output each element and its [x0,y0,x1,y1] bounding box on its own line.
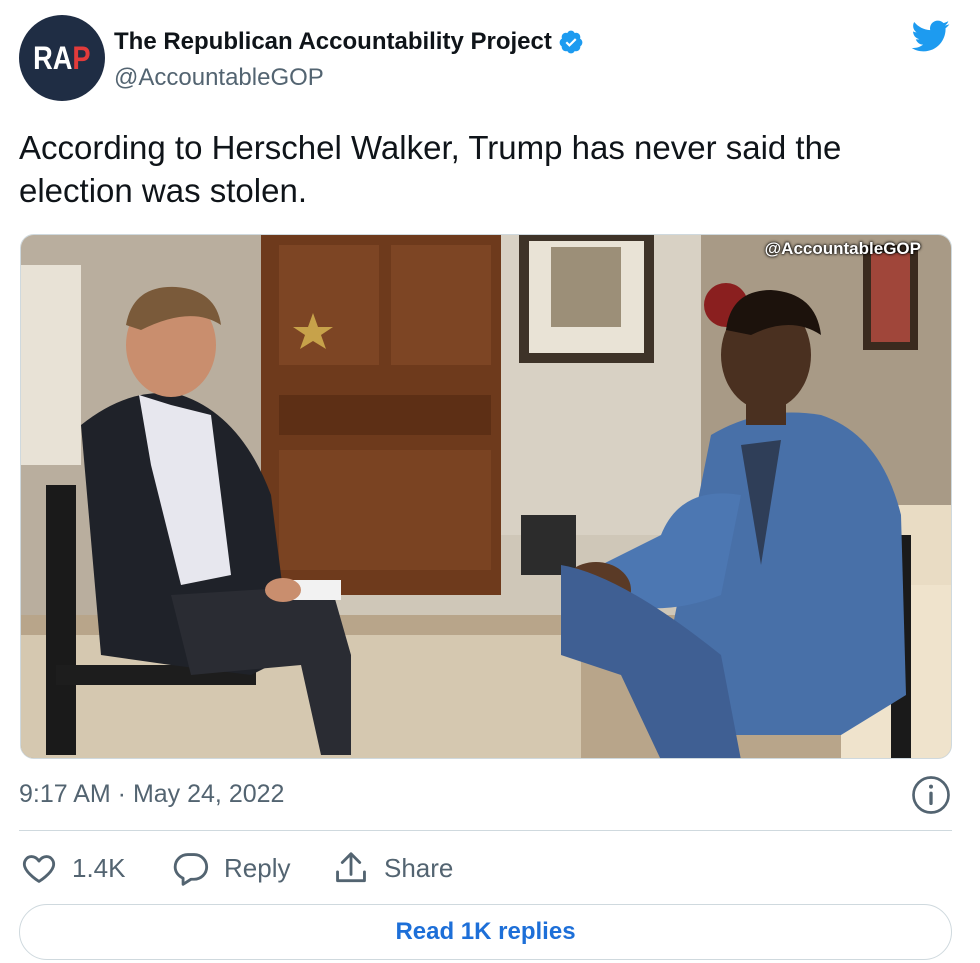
reply-button[interactable]: Reply [172,848,290,888]
share-icon [336,852,366,883]
like-count: 1.4K [72,852,126,883]
like-button[interactable]: 1.4K [20,848,126,888]
reply-label: Reply [224,852,291,883]
read-replies-button[interactable]: Read 1K replies [19,904,952,960]
author-handle[interactable]: @AccountableGOP [114,64,324,92]
tweet-video[interactable]: @AccountableGOP [20,234,952,759]
author-display-name[interactable]: The Republican Accountability Project [114,28,552,56]
speech-bubble-icon [173,853,209,886]
avatar-logo-text: RAP [33,39,91,76]
verified-badge-icon [559,30,583,54]
share-label: Share [384,852,454,883]
tweet-timestamp[interactable]: 9:17 AM · May 24, 2022 [19,780,284,809]
twitter-bird-icon[interactable] [908,16,952,56]
info-icon[interactable] [911,775,951,815]
author-name-row: The Republican Accountability Project [114,28,584,56]
avatar[interactable]: RAP [19,15,105,101]
media-watermark: @AccountableGOP [764,239,921,258]
share-button[interactable]: Share [332,848,453,888]
heart-icon [22,855,56,883]
divider [19,830,952,831]
video-frame [21,235,951,758]
tweet-text: According to Herschel Walker, Trump has … [19,129,842,209]
